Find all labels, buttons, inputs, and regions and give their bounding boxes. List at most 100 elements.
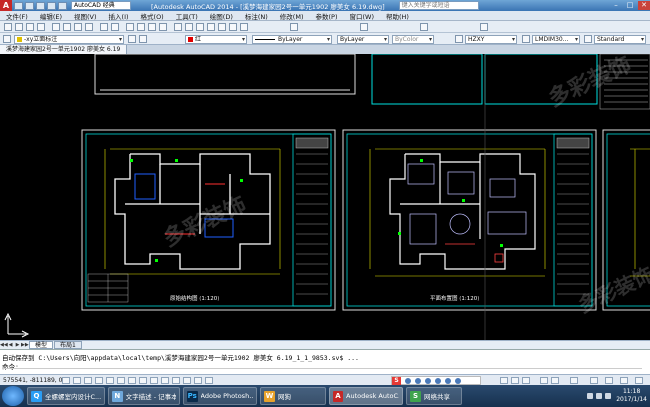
command-input[interactable] — [2, 368, 642, 369]
zoom-previous-icon[interactable] — [159, 23, 167, 31]
menu-draw[interactable]: 绘图(D) — [204, 11, 239, 21]
match-properties-icon[interactable] — [85, 23, 93, 31]
copy-icon[interactable] — [63, 23, 71, 31]
properties-icon[interactable] — [174, 23, 182, 31]
pan-icon[interactable] — [126, 23, 134, 31]
new-file-icon[interactable] — [14, 1, 23, 10]
next-tab-icon[interactable]: ▶ — [14, 342, 21, 348]
pan-status-icon[interactable] — [540, 377, 548, 384]
object-snap-tracking-icon[interactable] — [139, 377, 147, 384]
minimize-button[interactable]: – — [610, 1, 622, 10]
plotstyle-combo[interactable]: ByColor — [392, 35, 434, 44]
tab-layout1[interactable]: 布局1 — [54, 341, 82, 349]
tool-palettes-icon[interactable] — [196, 23, 204, 31]
cut-icon[interactable] — [52, 23, 60, 31]
menu-window[interactable]: 窗口(W) — [343, 11, 380, 21]
input-method-bar[interactable]: S — [391, 376, 481, 385]
dynamic-ucs-icon[interactable] — [150, 377, 158, 384]
save-icon[interactable] — [26, 23, 34, 31]
menu-parametric[interactable]: 参数(P) — [309, 11, 343, 21]
linetype-combo[interactable]: ByLayer — [252, 35, 332, 44]
design-center-icon[interactable] — [185, 23, 193, 31]
lineweight-combo[interactable]: ByLayer — [337, 35, 389, 44]
taskbar-item-share[interactable]: S 网络共享 — [406, 387, 462, 405]
selection-cycling-icon[interactable] — [205, 377, 213, 384]
model-space-icon[interactable] — [500, 377, 508, 384]
workspace-dropdown[interactable]: AutoCAD 经典 — [71, 1, 131, 10]
tray-volume-icon[interactable] — [596, 393, 603, 399]
infer-constraints-icon[interactable] — [62, 377, 70, 384]
zoom-window-icon[interactable] — [148, 23, 156, 31]
save-icon[interactable] — [36, 1, 45, 10]
ime-keyboard-icon[interactable] — [435, 377, 441, 384]
command-prompt[interactable]: 命令: — [2, 361, 19, 371]
clean-screen-icon[interactable] — [635, 377, 643, 384]
help-search-input[interactable]: 键入关键字或短语 — [398, 1, 479, 10]
help-icon[interactable] — [240, 23, 248, 31]
table-style-icon[interactable] — [420, 23, 428, 31]
markup-icon[interactable] — [218, 23, 226, 31]
quick-properties-icon[interactable] — [194, 377, 202, 384]
isolate-objects-icon[interactable] — [620, 377, 628, 384]
tab-model[interactable]: 模型 — [29, 341, 54, 349]
taskbar-item-autocad[interactable]: A Autodesk AutoC... — [329, 387, 403, 405]
dynamic-input-icon[interactable] — [161, 377, 169, 384]
lock-ui-icon[interactable] — [605, 377, 613, 384]
ime-skin-icon[interactable] — [445, 377, 451, 384]
undo-icon[interactable] — [100, 23, 108, 31]
open-file-icon[interactable] — [25, 1, 34, 10]
autocad-logo-icon[interactable]: A — [0, 0, 12, 11]
menu-insert[interactable]: 插入(I) — [103, 11, 135, 21]
text-style-combo[interactable]: HZXY — [465, 35, 517, 44]
make-current-layer-icon[interactable] — [128, 35, 136, 43]
clock[interactable]: 11:18 2017/1/14 — [616, 388, 647, 404]
ime-mode-icon[interactable] — [405, 377, 411, 384]
workspace-switching-icon[interactable] — [590, 377, 598, 384]
multileader-style-icon[interactable] — [480, 23, 488, 31]
tray-network-icon[interactable] — [587, 393, 594, 399]
last-tab-icon[interactable]: ▶▶ — [21, 342, 29, 348]
drawing-tab[interactable]: 溪梦海建家园2号一单元1902 廖美女 6.19 — [0, 45, 128, 54]
annotation-scale-icon[interactable] — [570, 377, 578, 384]
menu-dimension[interactable]: 标注(N) — [239, 11, 274, 21]
taskbar-item-photoshop[interactable]: Ps Adobe Photosh... — [183, 387, 257, 405]
ime-punctuation-icon[interactable] — [415, 377, 421, 384]
close-button[interactable]: ✕ — [638, 1, 650, 10]
zoom-realtime-icon[interactable] — [137, 23, 145, 31]
command-line[interactable]: 自动保存到 C:\Users\向阳\appdata\local\temp\溪梦海… — [0, 349, 650, 374]
zoom-status-icon[interactable] — [551, 377, 559, 384]
grid-display-icon[interactable] — [84, 377, 92, 384]
redo-icon[interactable] — [58, 1, 67, 10]
menu-file[interactable]: 文件(F) — [0, 11, 34, 21]
paste-icon[interactable] — [74, 23, 82, 31]
taskbar-item-browser[interactable]: W 网狗 — [260, 387, 326, 405]
tray-flag-icon[interactable] — [605, 393, 612, 399]
text-style-icon[interactable] — [290, 23, 298, 31]
layer-manager-icon[interactable] — [3, 35, 11, 43]
menu-edit[interactable]: 编辑(E) — [34, 11, 68, 21]
start-button[interactable] — [2, 386, 24, 406]
prev-tab-icon[interactable]: ◀ — [7, 342, 14, 348]
layer-combo[interactable]: -xy立面标注 — [14, 35, 124, 44]
ortho-mode-icon[interactable] — [95, 377, 103, 384]
taskbar-item-qq[interactable]: Q 全螺螺室内设计C... — [27, 387, 105, 405]
3d-object-snap-icon[interactable] — [128, 377, 136, 384]
object-snap-icon[interactable] — [117, 377, 125, 384]
first-tab-icon[interactable]: ◀◀ — [0, 342, 8, 348]
redo-icon[interactable] — [111, 23, 119, 31]
quick-view-layouts-icon[interactable] — [511, 377, 519, 384]
color-combo[interactable]: 红 — [185, 35, 247, 44]
calculator-icon[interactable] — [229, 23, 237, 31]
snap-mode-icon[interactable] — [73, 377, 81, 384]
menu-tools[interactable]: 工具(T) — [170, 11, 204, 21]
menu-modify[interactable]: 修改(M) — [274, 11, 310, 21]
ime-microphone-icon[interactable] — [425, 377, 431, 384]
menu-view[interactable]: 视图(V) — [68, 11, 103, 21]
menu-format[interactable]: 格式(O) — [135, 11, 170, 21]
print-icon[interactable] — [37, 23, 45, 31]
open-icon[interactable] — [15, 23, 23, 31]
lineweight-icon[interactable] — [172, 377, 180, 384]
ime-tools-icon[interactable] — [455, 377, 461, 384]
menu-help[interactable]: 帮助(H) — [380, 11, 415, 21]
dim-style-icon[interactable] — [360, 23, 368, 31]
